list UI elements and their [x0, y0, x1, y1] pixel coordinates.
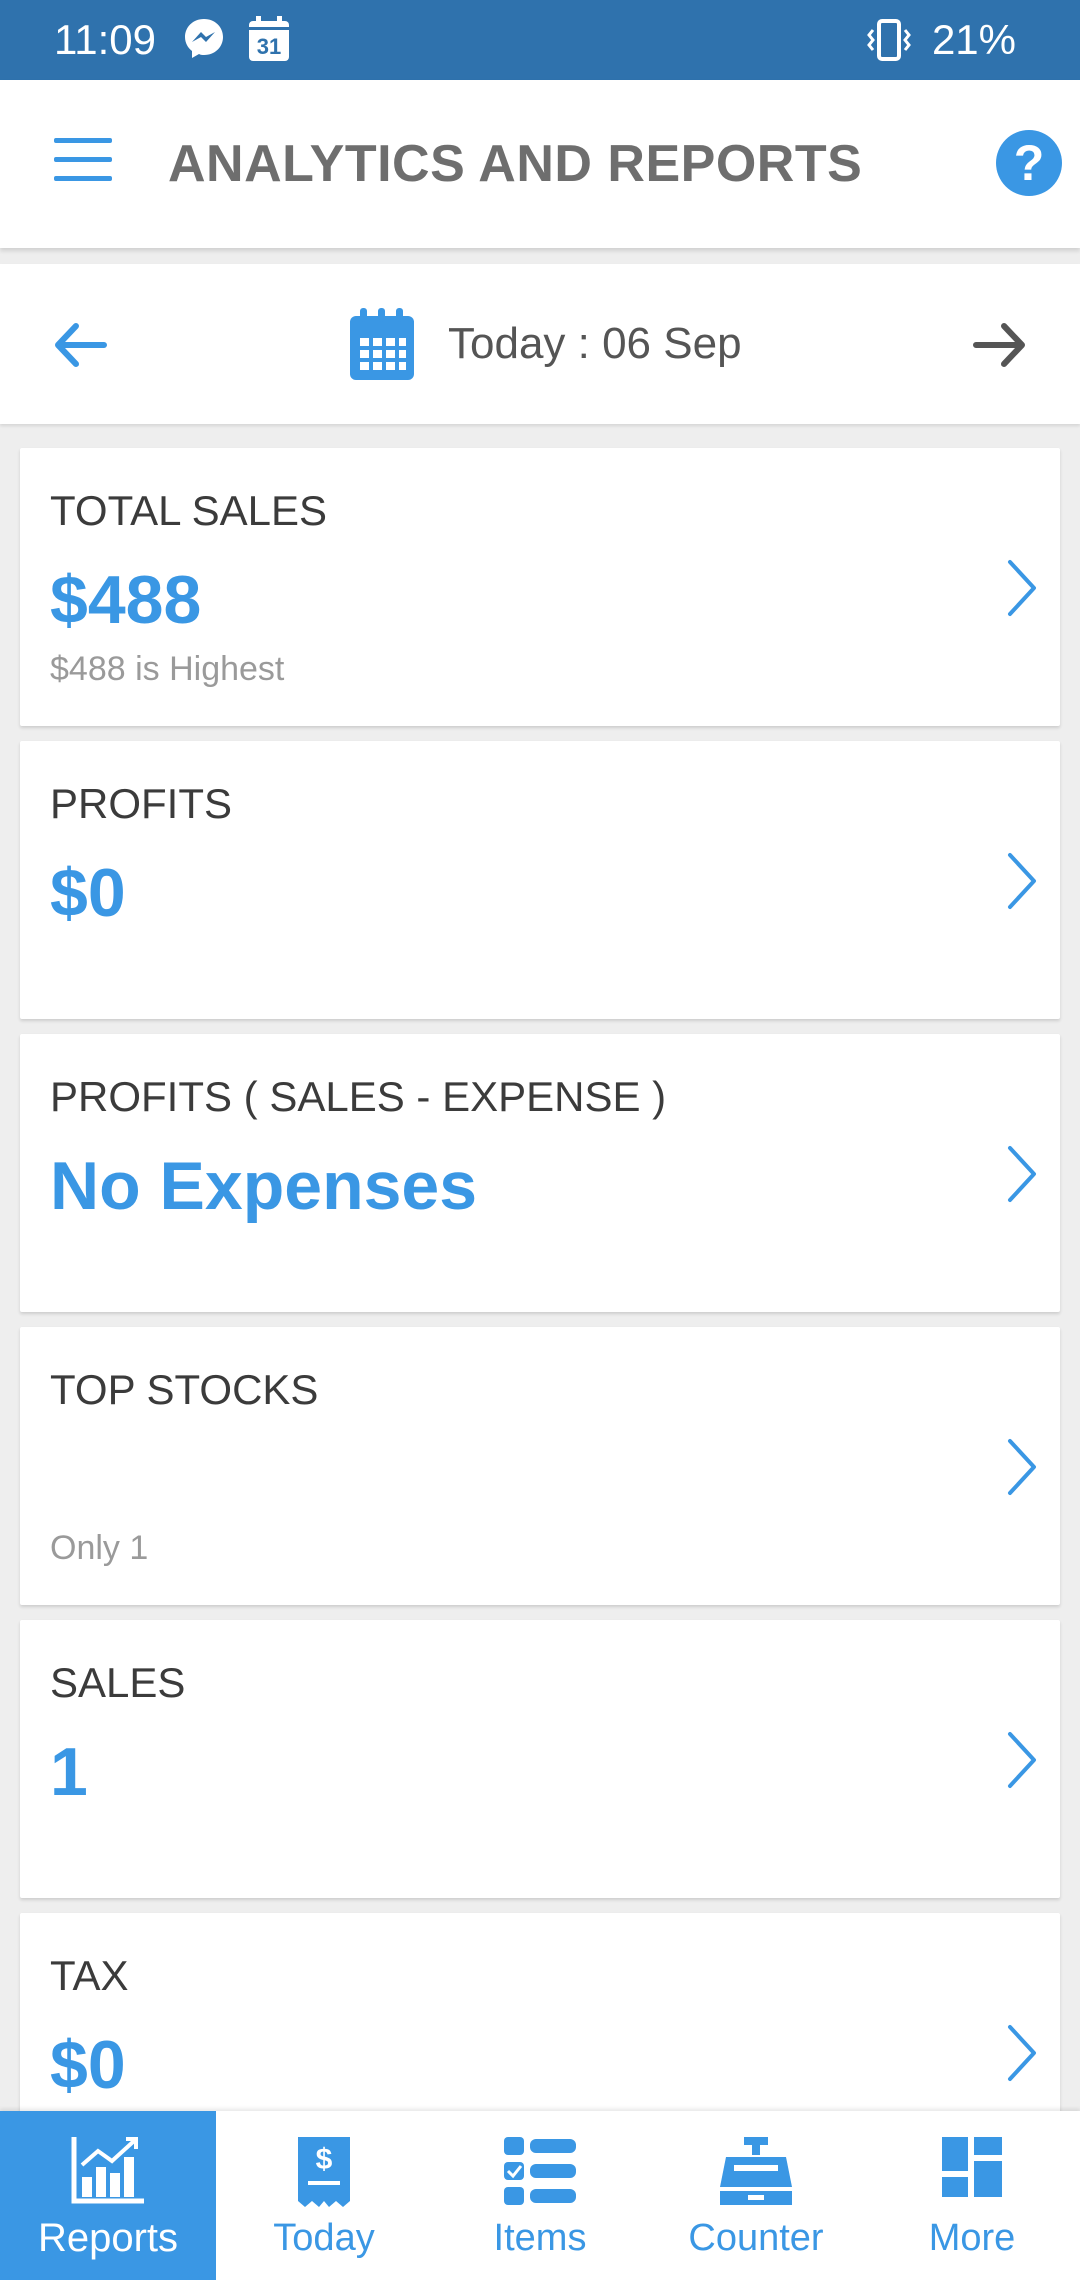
tab-counter[interactable]: Counter	[648, 2111, 864, 2280]
battery-percent: 21%	[931, 16, 1016, 63]
arrow-left-icon	[55, 323, 107, 367]
tab-more[interactable]: More	[864, 2111, 1080, 2280]
previous-day-button[interactable]	[46, 310, 116, 380]
app-bar: ANALYTICS AND REPORTS ?	[0, 80, 1080, 248]
status-time: 11:09	[54, 16, 156, 63]
card-profits[interactable]: PROFITS $0	[20, 741, 1060, 1019]
card-profits-sales-expense[interactable]: PROFITS ( SALES - EXPENSE ) No Expenses	[20, 1034, 1060, 1312]
card-sales[interactable]: SALES 1	[20, 1620, 1060, 1898]
tab-label: Today	[273, 2217, 375, 2259]
list-icon	[502, 2135, 578, 2212]
tab-items[interactable]: Items	[432, 2111, 648, 2280]
card-value: 1	[50, 1734, 88, 1810]
bottom-navigation: Reports $ Today Items Counter More	[0, 2111, 1080, 2280]
chevron-right-icon	[1008, 1146, 1036, 1202]
date-label[interactable]: Today : 06 Sep	[448, 316, 742, 372]
cash-register-icon	[718, 2135, 794, 2212]
status-bar: 11:09 31 21%	[0, 0, 1080, 80]
card-title: PROFITS ( SALES - EXPENSE )	[50, 1073, 667, 1120]
report-cards: TOTAL SALES $488 $488 is Highest PROFITS…	[20, 448, 1060, 2206]
card-value: $0	[50, 855, 126, 931]
help-button[interactable]: ?	[996, 130, 1062, 196]
arrow-right-icon	[973, 323, 1025, 367]
card-subtitle: Only 1	[50, 1529, 149, 1567]
tab-today[interactable]: $ Today	[216, 2111, 432, 2280]
dashboard-icon	[940, 2135, 1004, 2204]
card-title: TOTAL SALES	[50, 487, 327, 534]
receipt-icon: $	[296, 2135, 352, 2214]
calendar-icon[interactable]	[348, 306, 416, 387]
card-top-stocks[interactable]: TOP STOCKS Only 1	[20, 1327, 1060, 1605]
chevron-right-icon	[1008, 1439, 1036, 1495]
svg-text:$: $	[316, 2143, 333, 2176]
card-title: TAX	[50, 1952, 129, 1999]
tab-label: More	[928, 2217, 1016, 2259]
hamburger-menu-icon[interactable]	[54, 138, 112, 182]
chart-icon	[70, 2135, 146, 2210]
card-total-sales[interactable]: TOTAL SALES $488 $488 is Highest	[20, 448, 1060, 726]
page-title: ANALYTICS AND REPORTS	[168, 135, 863, 193]
chevron-right-icon	[1008, 560, 1036, 616]
tab-reports[interactable]: Reports	[0, 2111, 216, 2280]
tab-label: Items	[493, 2217, 587, 2259]
messenger-icon	[182, 16, 226, 65]
card-subtitle: $488 is Highest	[50, 650, 285, 688]
card-value: No Expenses	[50, 1148, 478, 1224]
tab-label: Reports	[37, 2216, 179, 2260]
calendar-notification-icon: 31	[248, 16, 290, 67]
chevron-right-icon	[1008, 853, 1036, 909]
date-navigator: Today : 06 Sep	[0, 264, 1080, 424]
chevron-right-icon	[1008, 2025, 1036, 2081]
chevron-right-icon	[1008, 1732, 1036, 1788]
vibrate-icon	[866, 18, 912, 67]
card-title: PROFITS	[50, 780, 233, 827]
next-day-button[interactable]	[964, 310, 1034, 380]
tab-label: Counter	[688, 2217, 824, 2259]
card-value: $488	[50, 562, 202, 638]
calendar-day: 31	[257, 34, 281, 59]
card-title: TOP STOCKS	[50, 1366, 319, 1413]
card-value: $0	[50, 2027, 126, 2103]
card-title: SALES	[50, 1659, 186, 1706]
